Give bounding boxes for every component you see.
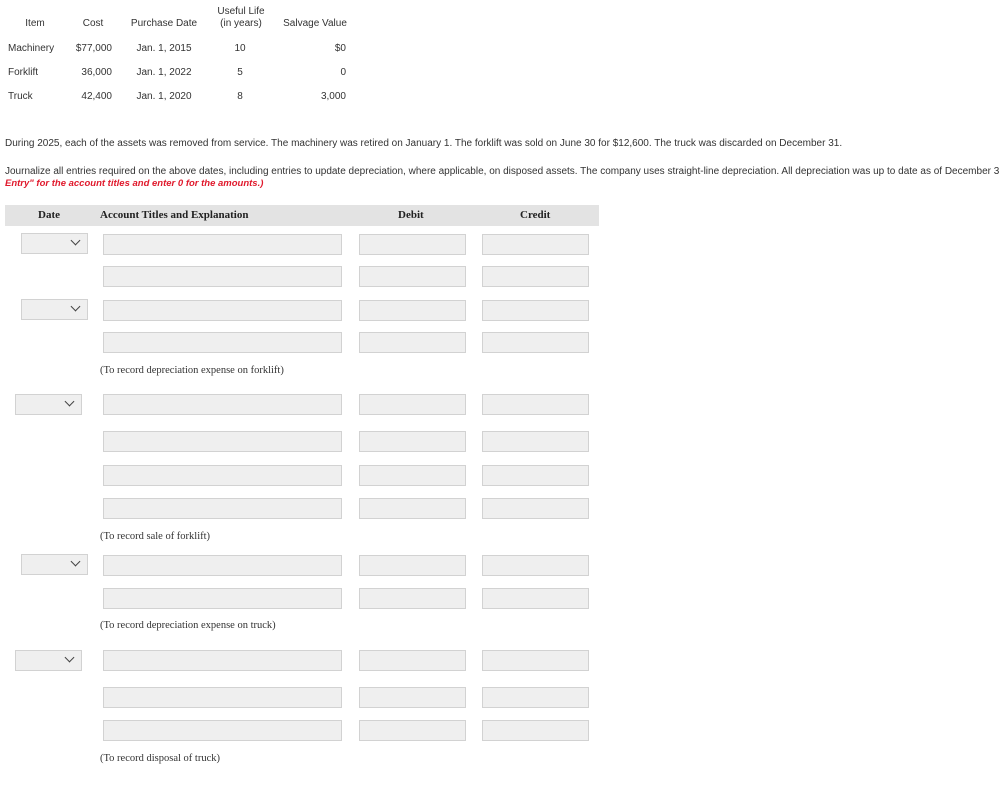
explanation-sale-of-forklift: (To record sale of forklift) bbox=[100, 531, 211, 542]
credit-input[interactable] bbox=[482, 650, 589, 671]
row-machinery-salvage: $0 bbox=[334, 43, 346, 54]
date-select-4[interactable] bbox=[21, 554, 88, 575]
journal-header-account: Account Titles and Explanation bbox=[100, 209, 249, 221]
credit-input[interactable] bbox=[482, 234, 589, 255]
credit-input[interactable] bbox=[482, 332, 589, 353]
header-item: Item bbox=[25, 18, 45, 29]
account-input[interactable] bbox=[103, 687, 342, 708]
debit-input[interactable] bbox=[359, 720, 466, 741]
debit-input[interactable] bbox=[359, 687, 466, 708]
explanation-truck-depreciation: (To record depreciation expense on truck… bbox=[100, 620, 276, 631]
account-input[interactable] bbox=[103, 555, 342, 576]
account-input[interactable] bbox=[103, 650, 342, 671]
journal-header-date: Date bbox=[38, 209, 60, 221]
account-input[interactable] bbox=[103, 431, 342, 452]
credit-input[interactable] bbox=[482, 431, 589, 452]
row-truck-date: Jan. 1, 2020 bbox=[136, 91, 192, 102]
header-salvage-value: Salvage Value bbox=[283, 18, 347, 29]
row-forklift-salvage: 0 bbox=[340, 67, 346, 78]
row-truck-salvage: 3,000 bbox=[320, 91, 346, 102]
row-forklift-item: Forklift bbox=[8, 67, 38, 78]
row-machinery-cost: $77,000 bbox=[75, 43, 112, 54]
date-select-5[interactable] bbox=[15, 650, 82, 671]
row-machinery-date: Jan. 1, 2015 bbox=[136, 43, 192, 54]
date-select-3[interactable] bbox=[15, 394, 82, 415]
row-forklift-date: Jan. 1, 2022 bbox=[136, 67, 192, 78]
debit-input[interactable] bbox=[359, 498, 466, 519]
account-input[interactable] bbox=[103, 332, 342, 353]
header-cost: Cost bbox=[82, 18, 104, 29]
debit-input[interactable] bbox=[359, 394, 466, 415]
header-useful-life-line2: (in years) bbox=[220, 18, 262, 29]
credit-input[interactable] bbox=[482, 588, 589, 609]
journal-header-credit: Credit bbox=[520, 209, 551, 221]
account-input[interactable] bbox=[103, 720, 342, 741]
credit-input[interactable] bbox=[482, 300, 589, 321]
row-truck-item: Truck bbox=[8, 91, 33, 102]
instructions-text: Journalize all entries required on the a… bbox=[5, 166, 1000, 177]
credit-input[interactable] bbox=[482, 266, 589, 287]
instructions-note: Entry" for the account titles and enter … bbox=[5, 178, 264, 189]
debit-input[interactable] bbox=[359, 650, 466, 671]
row-forklift-cost: 36,000 bbox=[81, 67, 112, 78]
header-purchase-date: Purchase Date bbox=[130, 18, 198, 29]
chevron-down-icon bbox=[64, 652, 75, 663]
journal-header-debit: Debit bbox=[398, 209, 424, 221]
row-machinery-life: 10 bbox=[234, 43, 246, 54]
row-machinery-item: Machinery bbox=[8, 43, 55, 54]
debit-input[interactable] bbox=[359, 465, 466, 486]
credit-input[interactable] bbox=[482, 498, 589, 519]
credit-input[interactable] bbox=[482, 555, 589, 576]
explanation-forklift-depreciation: (To record depreciation expense on forkl… bbox=[100, 365, 284, 376]
row-forklift-life: 5 bbox=[237, 67, 243, 78]
scenario-text: During 2025, each of the assets was remo… bbox=[5, 138, 843, 149]
chevron-down-icon bbox=[70, 556, 81, 567]
account-input[interactable] bbox=[103, 498, 342, 519]
row-truck-life: 8 bbox=[237, 91, 243, 102]
debit-input[interactable] bbox=[359, 332, 466, 353]
chevron-down-icon bbox=[64, 396, 75, 407]
account-input[interactable] bbox=[103, 588, 342, 609]
explanation-disposal-of-truck: (To record disposal of truck) bbox=[100, 753, 220, 764]
date-select-2[interactable] bbox=[21, 299, 88, 320]
chevron-down-icon bbox=[70, 235, 81, 246]
debit-input[interactable] bbox=[359, 234, 466, 255]
credit-input[interactable] bbox=[482, 394, 589, 415]
account-input[interactable] bbox=[103, 394, 342, 415]
debit-input[interactable] bbox=[359, 266, 466, 287]
debit-input[interactable] bbox=[359, 588, 466, 609]
credit-input[interactable] bbox=[482, 687, 589, 708]
credit-input[interactable] bbox=[482, 720, 589, 741]
credit-input[interactable] bbox=[482, 465, 589, 486]
header-useful-life-line1: Useful Life bbox=[217, 6, 265, 17]
row-truck-cost: 42,400 bbox=[81, 91, 112, 102]
chevron-down-icon bbox=[70, 301, 81, 312]
account-input[interactable] bbox=[103, 234, 342, 255]
debit-input[interactable] bbox=[359, 300, 466, 321]
debit-input[interactable] bbox=[359, 431, 466, 452]
journal-header-bar bbox=[5, 205, 599, 226]
account-input[interactable] bbox=[103, 300, 342, 321]
debit-input[interactable] bbox=[359, 555, 466, 576]
account-input[interactable] bbox=[103, 465, 342, 486]
account-input[interactable] bbox=[103, 266, 342, 287]
date-select-1[interactable] bbox=[21, 233, 88, 254]
